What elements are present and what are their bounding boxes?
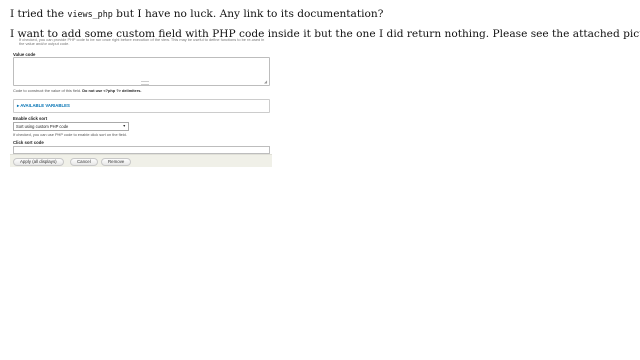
attached-screenshot: If checked, you can provide PHP code to …: [10, 37, 272, 167]
value-code-desc-prefix: Code to construct the value of this fiel…: [13, 88, 82, 93]
chevron-down-icon: ▼: [122, 124, 126, 128]
intro-text-before: I tried the: [10, 8, 65, 20]
available-variables-toggle[interactable]: ▸ AVAILABLE VARIABLES: [17, 103, 70, 109]
value-code-textarea[interactable]: ◢: [13, 57, 270, 86]
click-sort-code-label: Click sort code: [13, 140, 44, 145]
intro-text-after: but I have no luck. Any link to its docu…: [116, 8, 384, 20]
click-sort-code-input[interactable]: [13, 146, 270, 154]
click-sort-select[interactable]: Sort using custom PHP code ▼: [13, 122, 129, 131]
truncated-description: If checked, you can provide PHP code to …: [19, 37, 265, 47]
value-code-desc-warning: Do not use <?php ?> delimiters.: [82, 88, 142, 93]
resize-grip-icon[interactable]: ◢: [264, 80, 268, 84]
intro-line-1: I tried the views_php but I have no luck…: [10, 8, 383, 20]
click-sort-label: Enable click sort: [13, 116, 48, 121]
intro-code: views_php: [67, 9, 113, 19]
value-code-description: Code to construct the value of this fiel…: [13, 88, 141, 93]
click-sort-description: If checked, you can use PHP code to enab…: [13, 132, 127, 137]
apply-all-displays-button[interactable]: Apply (all displays): [13, 158, 64, 166]
textarea-grippie[interactable]: [141, 81, 149, 85]
click-sort-selected-value: Sort using custom PHP code: [16, 124, 69, 129]
cancel-button[interactable]: Cancel: [70, 158, 98, 166]
remove-button[interactable]: Remove: [101, 158, 132, 166]
available-variables-fieldset[interactable]: ▸ AVAILABLE VARIABLES: [13, 99, 270, 113]
form-actions: Apply (all displays) Cancel Remove: [10, 154, 272, 167]
